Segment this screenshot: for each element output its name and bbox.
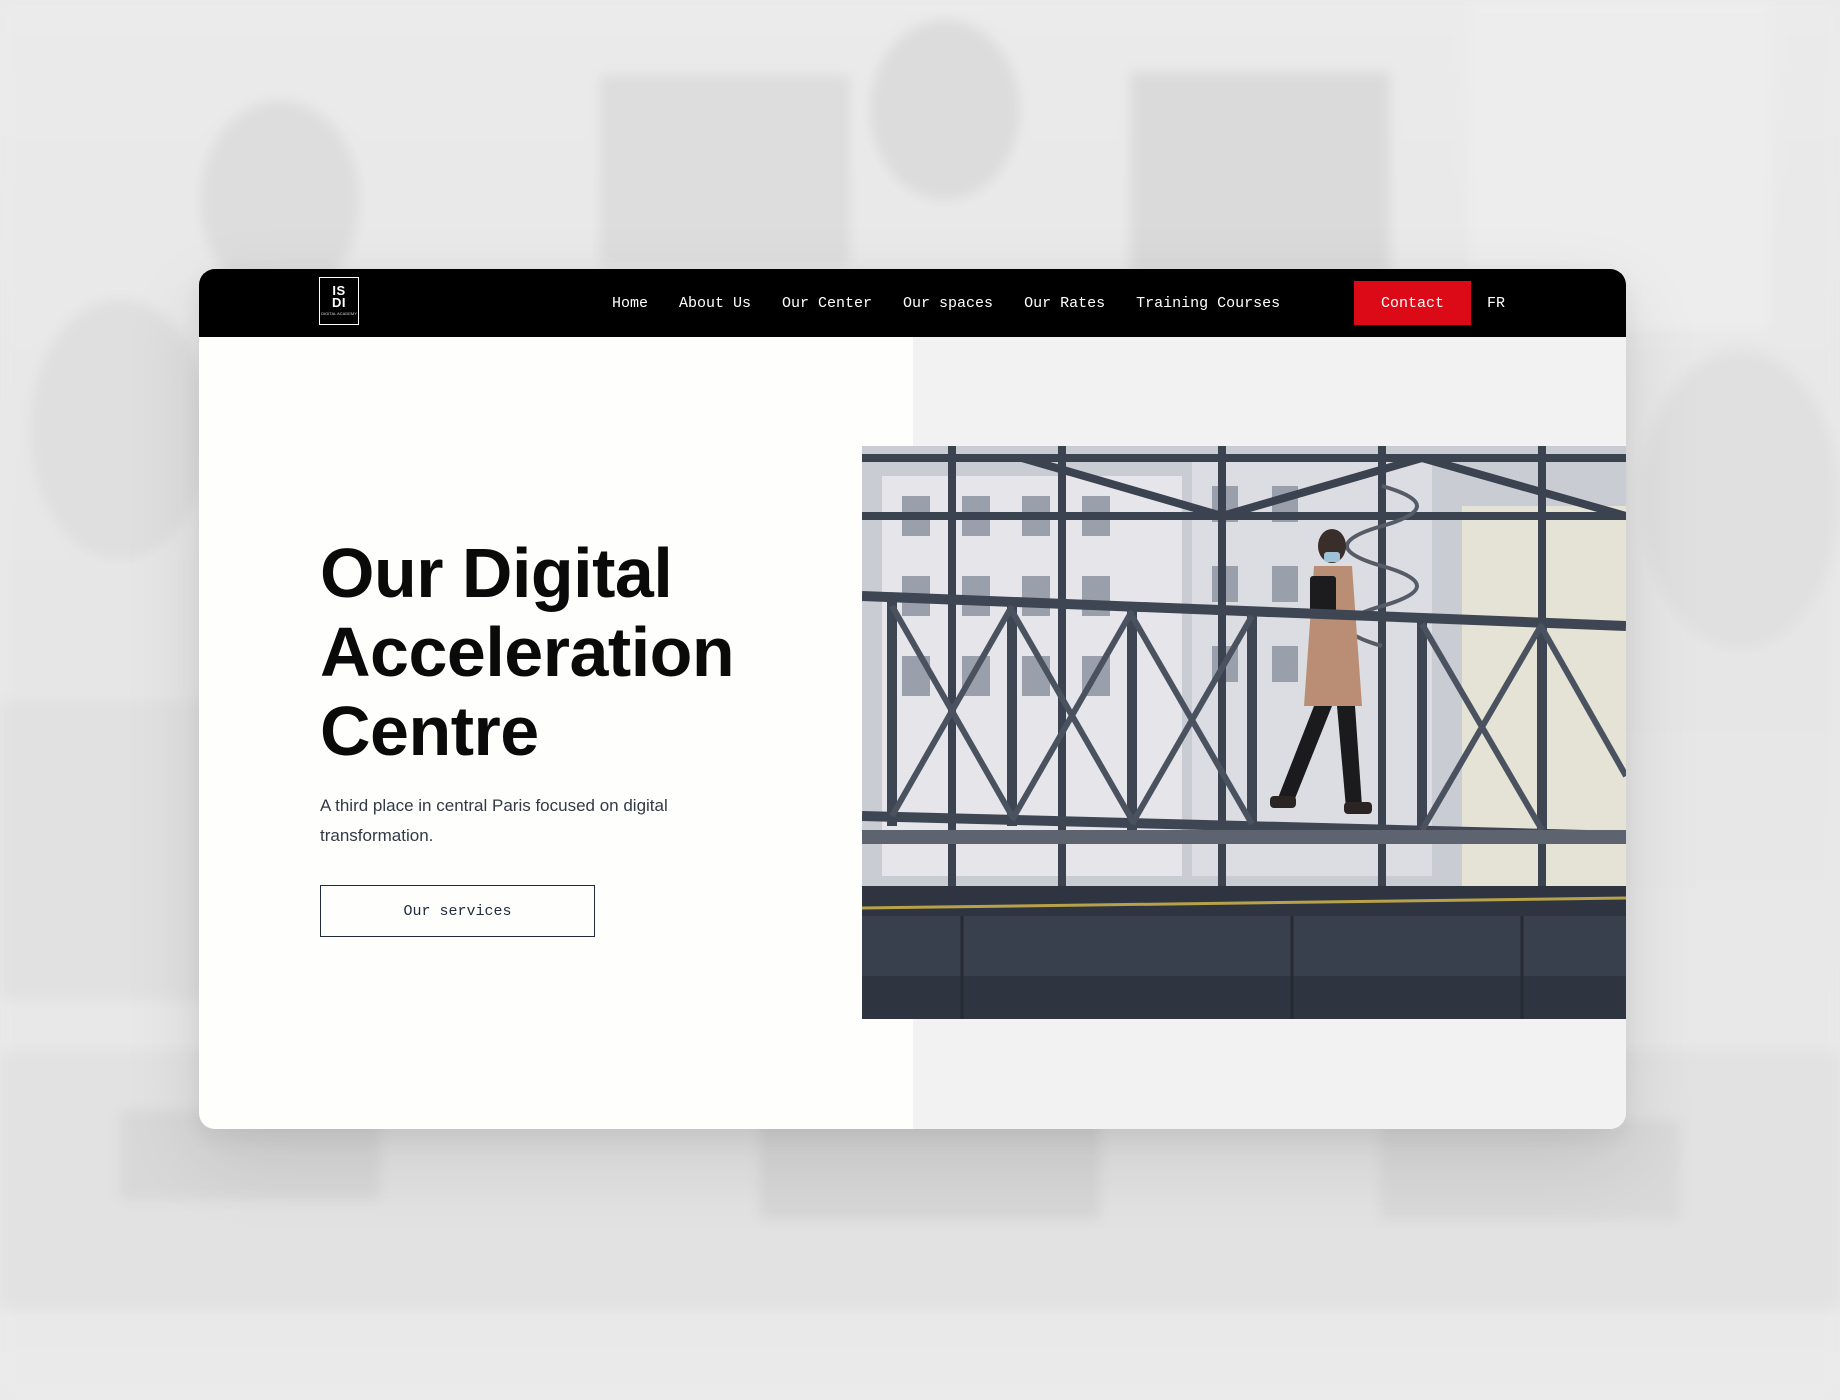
- logo-text-bottom: DI: [332, 295, 346, 310]
- logo-tagline: DIGITAL ACADEMY: [321, 311, 357, 316]
- our-services-button[interactable]: Our services: [320, 885, 595, 937]
- hero-subtitle: A third place in central Paris focused o…: [320, 796, 668, 845]
- website-preview-card: IS DI DIGITAL ACADEMY Home About Us Our …: [199, 269, 1626, 1129]
- background-person: [1640, 350, 1840, 650]
- main-nav: Home About Us Our Center Our spaces Our …: [612, 269, 1280, 337]
- nav-link-home[interactable]: Home: [612, 295, 648, 312]
- nav-link-our-spaces[interactable]: Our spaces: [903, 295, 993, 312]
- nav-link-our-rates[interactable]: Our Rates: [1024, 295, 1105, 312]
- background-person: [30, 300, 210, 560]
- contact-button[interactable]: Contact: [1354, 281, 1471, 325]
- language-switch[interactable]: FR: [1487, 269, 1505, 337]
- background-person: [870, 20, 1020, 200]
- nav-link-about-us[interactable]: About Us: [679, 295, 751, 312]
- top-navbar: IS DI DIGITAL ACADEMY Home About Us Our …: [199, 269, 1626, 337]
- background-keyboard: [1380, 1120, 1680, 1220]
- isdi-logo[interactable]: IS DI DIGITAL ACADEMY: [319, 277, 359, 325]
- background-laptop: [0, 700, 220, 1000]
- hero-title: Our Digital Acceleration Centre: [320, 534, 735, 770]
- nav-link-our-center[interactable]: Our Center: [782, 295, 872, 312]
- background-monitor: [600, 75, 850, 265]
- background-monitor: [1130, 72, 1390, 272]
- nav-link-training-courses[interactable]: Training Courses: [1136, 295, 1280, 312]
- hero-image: [862, 446, 1626, 1019]
- background-keyboard: [760, 1120, 1100, 1220]
